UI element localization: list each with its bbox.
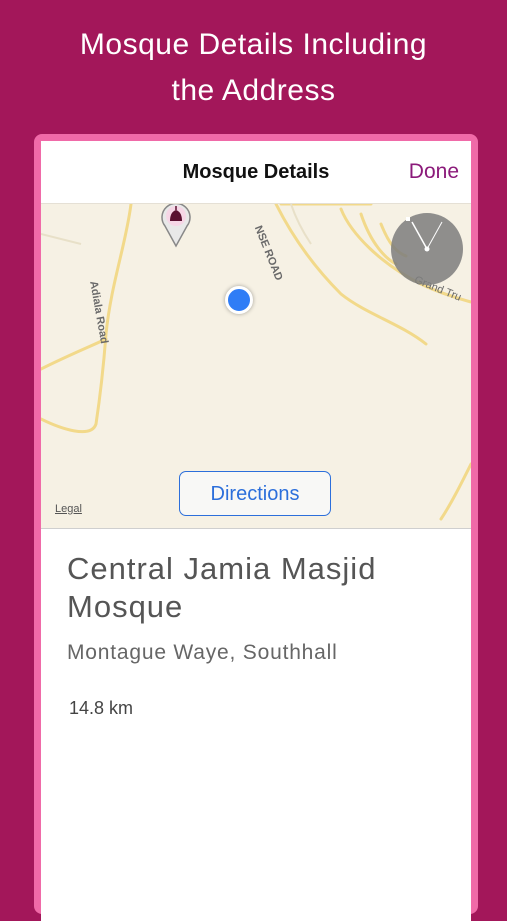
promo-line-2: the Address [171,74,336,107]
promo-heading: Mosque Details Including the Address [0,22,507,114]
app-screen: Mosque Details Done Adiala Road NSE ROAD… [41,141,471,921]
current-location-icon [225,286,253,314]
mosque-address: Montague Waye, Southhall [67,641,338,664]
compass-icon[interactable] [390,212,464,286]
legal-link[interactable]: Legal [55,503,82,515]
mosque-name: Central Jamia Masjid Mosque [67,551,377,624]
mosque-pin-icon[interactable] [159,203,193,248]
directions-button[interactable]: Directions [179,471,331,516]
promo-line-1: Mosque Details Including [79,28,428,61]
done-button[interactable]: Done [409,160,459,184]
device-frame: Mosque Details Done Adiala Road NSE ROAD… [34,134,478,921]
navigation-bar: Mosque Details Done [41,141,471,203]
mosque-distance: 14.8 km [69,698,134,718]
page-title: Mosque Details [182,161,330,183]
map-view[interactable]: Adiala Road NSE ROAD Grand Tru Direction… [41,203,471,529]
